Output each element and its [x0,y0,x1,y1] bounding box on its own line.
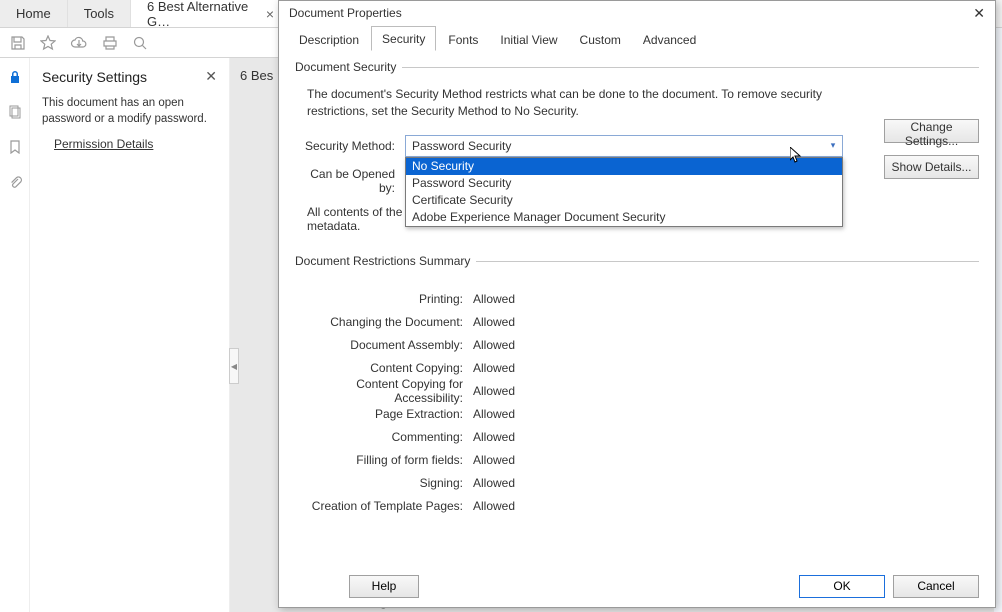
can-be-opened-label: Can be Opened by: [295,167,405,195]
lock-icon[interactable] [8,70,22,87]
side-panel-title: Security Settings [42,69,147,85]
tab-advanced[interactable]: Advanced [633,28,706,51]
restrict-row: Signing:Allowed [295,472,979,495]
dropdown-option-certificate-security[interactable]: Certificate Security [406,192,842,209]
chevron-down-icon[interactable]: ▾ [825,137,841,155]
restrict-row: Creation of Template Pages:Allowed [295,495,979,518]
side-panel-body: This document has an open password or a … [42,95,217,127]
close-icon[interactable]: ✕ [205,68,217,85]
dropdown-option-password-security[interactable]: Password Security [406,175,842,192]
restrict-value: Allowed [473,292,515,306]
security-method-combo[interactable]: Password Security ▾ No Security Password… [405,135,843,157]
restrict-row: Printing:Allowed [295,288,979,311]
restrictions-table: Printing:Allowed Changing the Document:A… [295,288,979,518]
restrict-value: Allowed [473,476,515,490]
print-icon[interactable] [102,35,118,51]
tab-document[interactable]: 6 Best Alternative G… × [131,0,291,27]
restrict-value: Allowed [473,499,515,513]
tab-home[interactable]: Home [0,0,68,27]
tab-description[interactable]: Description [289,28,369,51]
save-icon[interactable] [10,35,26,51]
restrict-label: Creation of Template Pages: [295,499,473,513]
close-icon[interactable]: ✕ [973,5,985,22]
combo-value: Password Security [412,139,511,153]
side-panel: Security Settings ✕ This document has an… [30,58,230,612]
cancel-button[interactable]: Cancel [893,575,979,598]
restrict-row: Changing the Document:Allowed [295,311,979,334]
restrictions-title: Document Restrictions Summary [295,254,476,268]
pages-icon[interactable] [8,105,22,122]
restrict-row: Document Assembly:Allowed [295,334,979,357]
permission-details-link[interactable]: Permission Details [54,137,153,151]
restrict-row: Content Copying for Accessibility:Allowe… [295,380,979,403]
bookmark-icon[interactable] [8,140,22,157]
document-properties-dialog: Document Properties ✕ Description Securi… [278,0,996,608]
left-rail [0,58,30,612]
dialog-footer: Help OK Cancel [279,565,995,607]
help-button[interactable]: Help [349,575,419,598]
tab-custom[interactable]: Custom [570,28,631,51]
ok-button[interactable]: OK [799,575,885,598]
restrict-value: Allowed [473,384,515,398]
restrict-row: Page Extraction:Allowed [295,403,979,426]
tab-tools[interactable]: Tools [68,0,131,27]
restrictions-group: Document Restrictions Summary Printing:A… [295,261,979,518]
tab-initial-view[interactable]: Initial View [490,28,567,51]
combo-display[interactable]: Password Security [405,135,843,157]
search-icon[interactable] [132,35,148,51]
restrict-row: Commenting:Allowed [295,426,979,449]
tab-security[interactable]: Security [371,26,436,51]
doc-visible-text: 6 Bes [240,68,273,83]
dialog-title: Document Properties [289,6,402,20]
restrict-value: Allowed [473,407,515,421]
document-security-group: Document Security The document's Securit… [295,67,979,233]
security-method-row: Security Method: Password Security ▾ No … [295,135,979,157]
cloud-icon[interactable] [70,35,88,51]
dialog-body: Change Settings... Show Details... Docum… [279,51,995,565]
star-icon[interactable] [40,35,56,51]
tab-fonts[interactable]: Fonts [438,28,488,51]
restrict-label: Changing the Document: [295,315,473,329]
restrict-value: Allowed [473,430,515,444]
restrict-value: Allowed [473,453,515,467]
dropdown-option-no-security[interactable]: No Security [406,158,842,175]
group-title: Document Security [295,60,402,74]
restrict-label: Content Copying for Accessibility: [295,377,473,405]
restrict-row: Filling of form fields:Allowed [295,449,979,472]
attachment-icon[interactable] [8,175,22,192]
restrict-label: Signing: [295,476,473,490]
security-method-dropdown: No Security Password Security Certificat… [405,157,843,227]
security-method-label: Security Method: [295,139,405,153]
restrict-label: Document Assembly: [295,338,473,352]
restrict-value: Allowed [473,361,515,375]
side-panel-header: Security Settings ✕ [42,68,217,85]
restrict-label: Content Copying: [295,361,473,375]
restrict-value: Allowed [473,315,515,329]
security-info-text: The document's Security Method restricts… [307,86,827,121]
close-icon[interactable]: × [266,7,274,21]
restrict-label: Page Extraction: [295,407,473,421]
restrict-label: Printing: [295,292,473,306]
collapse-handle[interactable]: ◀ [229,348,239,384]
restrict-label: Commenting: [295,430,473,444]
dialog-titlebar[interactable]: Document Properties ✕ [279,1,995,25]
restrict-label: Filling of form fields: [295,453,473,467]
dialog-tabs: Description Security Fonts Initial View … [279,25,995,51]
all-contents-line2: metadata. [307,219,360,233]
restrict-value: Allowed [473,338,515,352]
dropdown-option-aem-security[interactable]: Adobe Experience Manager Document Securi… [406,209,842,226]
tab-document-label: 6 Best Alternative G… [147,0,258,29]
